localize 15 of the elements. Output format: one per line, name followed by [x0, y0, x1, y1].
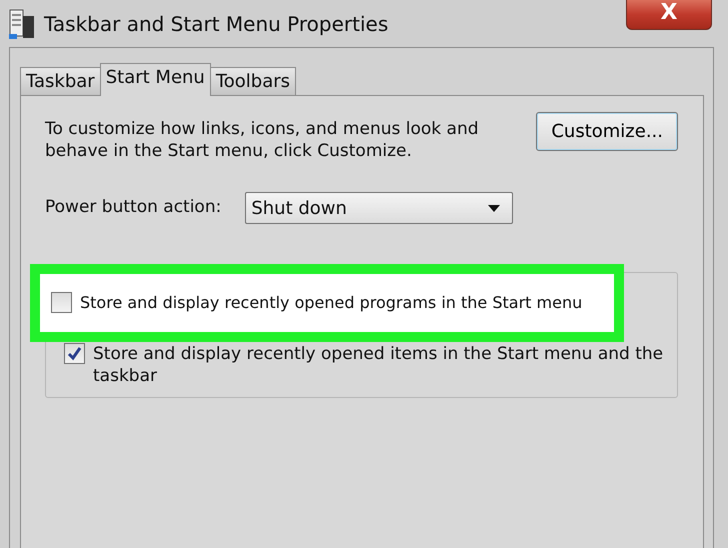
field-label: Power button action: [45, 196, 222, 220]
checkbox-label: Store and display recently opened programs in the Start menu [80, 292, 582, 314]
dropdown-arrow-icon [488, 204, 500, 212]
checkbox[interactable] [51, 292, 72, 313]
description-text: To customize how links, icons, and menus look and behave in the Start menu, click Customize. [45, 118, 480, 162]
customize-button[interactable]: Customize... [536, 112, 678, 151]
power-action-dropdown[interactable]: Shut down [245, 192, 514, 224]
checkbox[interactable] [64, 343, 85, 364]
tab[interactable]: Taskbar [20, 67, 101, 95]
tab[interactable]: Start Menu [100, 63, 211, 96]
taskbar-properties-icon [8, 8, 36, 40]
close-button[interactable]: X [626, 0, 712, 30]
window-title: Taskbar and Start Menu Properties [44, 10, 388, 38]
checkbox-label: Store and display recently opened items in the Start menu and the taskbar [93, 343, 664, 387]
tab[interactable]: Toolbars [210, 67, 296, 95]
